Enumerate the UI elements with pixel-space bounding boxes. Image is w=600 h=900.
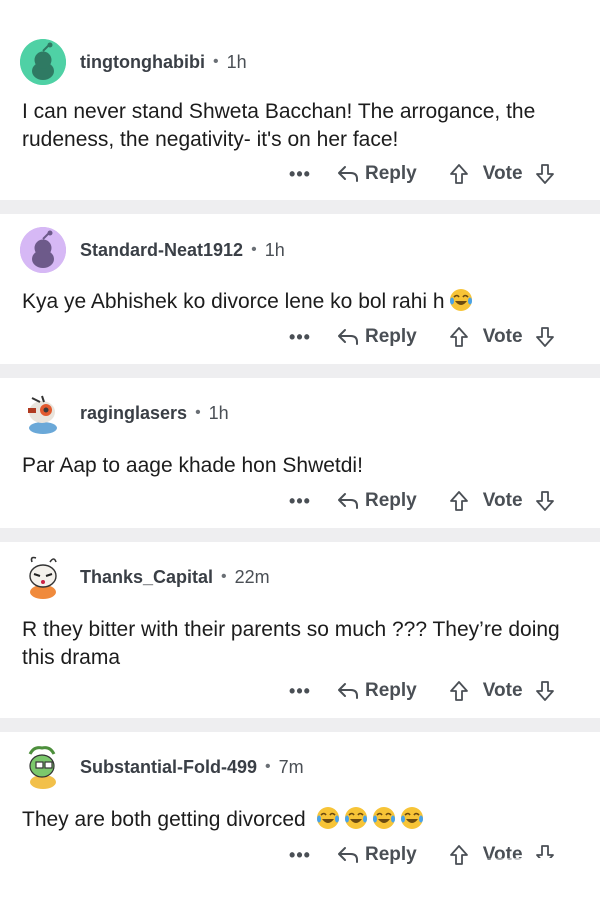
- reply-arrow-icon: [338, 329, 358, 345]
- username[interactable]: Thanks_Capital: [80, 567, 213, 588]
- more-options-button[interactable]: •••: [285, 491, 315, 512]
- meta-separator: •: [195, 404, 201, 421]
- comment-header: Standard-Neat1912 • 1h: [20, 226, 285, 274]
- avatar[interactable]: [20, 227, 66, 273]
- comment-separator: [0, 528, 600, 542]
- downvote-icon[interactable]: [535, 326, 555, 348]
- comment-text: Kya ye Abhishek ko divorce lene ko bol r…: [22, 290, 445, 313]
- upvote-icon[interactable]: [449, 844, 469, 866]
- custom-snoo-avatar-icon: [28, 395, 57, 434]
- snoo-avatar-icon: [20, 227, 66, 273]
- comment-body: R they bitter with their parents so much…: [22, 618, 560, 669]
- comment-text: They are both getting divorced: [22, 808, 306, 831]
- more-options-button[interactable]: •••: [285, 327, 315, 348]
- comment-body: I can never stand Shweta Bacchan! The ar…: [22, 100, 536, 151]
- upvote-icon[interactable]: [449, 490, 469, 512]
- comment-body: Par Aap to aage khade hon Shwetdi!: [22, 454, 363, 477]
- custom-snoo-avatar-icon: [28, 746, 56, 789]
- reply-arrow-icon: [338, 683, 358, 699]
- more-options-button[interactable]: •••: [285, 164, 315, 185]
- comment-body: Kya ye Abhishek ko divorce lene ko bol r…: [22, 288, 582, 316]
- avatar[interactable]: [20, 39, 66, 85]
- username[interactable]: Standard-Neat1912: [80, 240, 243, 261]
- downvote-icon[interactable]: [535, 163, 555, 185]
- comment-actions: ••• Reply Vote: [285, 485, 585, 517]
- reply-button[interactable]: Reply: [337, 490, 417, 512]
- comment-2: Standard-Neat1912 • 1h Kya ye Abhishek k…: [0, 214, 600, 364]
- reply-button[interactable]: Reply: [337, 163, 417, 185]
- downvote-icon[interactable]: [535, 680, 555, 702]
- vote-label: Vote: [482, 163, 523, 184]
- reply-button[interactable]: Reply: [337, 680, 417, 702]
- vote-label: Vote: [482, 680, 523, 701]
- comment-separator: [0, 364, 600, 378]
- meta-separator: •: [221, 568, 227, 585]
- custom-snoo-avatar-icon: [29, 556, 57, 599]
- bottom-fade-overlay: [470, 858, 600, 900]
- timestamp: 7m: [278, 756, 304, 777]
- reply-arrow-icon: [338, 166, 358, 182]
- face-with-tears-of-joy-icon: [372, 807, 395, 829]
- avatar[interactable]: [20, 554, 66, 600]
- timestamp: 1h: [208, 402, 229, 423]
- snoo-avatar-icon: [20, 39, 66, 85]
- timestamp: 1h: [226, 51, 247, 72]
- timestamp: 22m: [234, 566, 270, 587]
- upvote-icon[interactable]: [449, 326, 469, 348]
- comment-header: Substantial-Fold-499 • 7m: [20, 743, 304, 791]
- comment-4: Thanks_Capital • 22m R they bitter with …: [0, 542, 600, 718]
- comment-actions: ••• Reply Vote: [285, 675, 585, 707]
- reply-button[interactable]: Reply: [337, 844, 417, 866]
- emoji-group: [312, 807, 424, 831]
- vote-control: Vote: [449, 680, 555, 702]
- username[interactable]: Substantial-Fold-499: [80, 757, 257, 778]
- comment-separator: [0, 200, 600, 214]
- comment-3: raginglasers • 1h Par Aap to aage khade …: [0, 378, 600, 528]
- comment-header: raginglasers • 1h: [20, 389, 229, 437]
- reply-arrow-icon: [338, 847, 358, 863]
- more-options-button[interactable]: •••: [285, 681, 315, 702]
- emoji-group: [445, 289, 473, 313]
- face-with-tears-of-joy-icon: [449, 289, 472, 311]
- comment-actions: ••• Reply Vote: [285, 158, 585, 190]
- face-with-tears-of-joy-icon: [344, 807, 367, 829]
- reply-label: Reply: [365, 163, 417, 184]
- reply-label: Reply: [365, 680, 417, 701]
- vote-label: Vote: [482, 490, 523, 511]
- comment-1: tingtonghabibi • 1h I can never stand Sh…: [0, 0, 600, 200]
- reply-arrow-icon: [338, 493, 358, 509]
- vote-control: Vote: [449, 163, 555, 185]
- face-with-tears-of-joy-icon: [316, 807, 339, 829]
- comment-separator: [0, 718, 600, 732]
- reply-label: Reply: [365, 490, 417, 511]
- comment-header: Thanks_Capital • 22m: [20, 553, 270, 601]
- meta-separator: •: [265, 758, 271, 775]
- upvote-icon[interactable]: [449, 680, 469, 702]
- comment-header: tingtonghabibi • 1h: [20, 38, 247, 86]
- face-with-tears-of-joy-icon: [400, 807, 423, 829]
- username[interactable]: tingtonghabibi: [80, 52, 205, 73]
- reply-label: Reply: [365, 326, 417, 347]
- comment-actions: ••• Reply Vote: [285, 321, 585, 353]
- reply-label: Reply: [365, 844, 417, 865]
- meta-separator: •: [251, 241, 257, 258]
- meta-separator: •: [212, 53, 219, 70]
- comment-body: They are both getting divorced: [22, 806, 582, 834]
- avatar[interactable]: [20, 390, 66, 436]
- more-options-button[interactable]: •••: [285, 845, 315, 866]
- avatar[interactable]: [20, 744, 66, 790]
- username[interactable]: raginglasers: [80, 403, 187, 424]
- downvote-icon[interactable]: [535, 490, 555, 512]
- vote-control: Vote: [449, 490, 555, 512]
- upvote-icon[interactable]: [449, 163, 469, 185]
- vote-label: Vote: [482, 326, 523, 347]
- reply-button[interactable]: Reply: [337, 326, 417, 348]
- timestamp: 1h: [264, 239, 285, 260]
- vote-control: Vote: [449, 326, 555, 348]
